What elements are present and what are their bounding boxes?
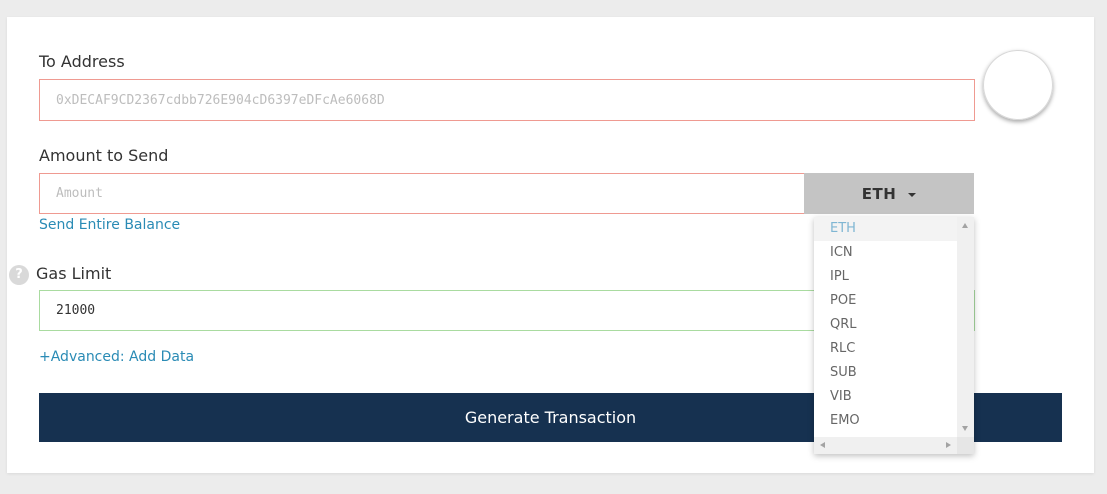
currency-option-rlc[interactable]: RLC bbox=[814, 337, 957, 361]
currency-option-icn[interactable]: ICN bbox=[814, 241, 957, 265]
amount-label: Amount to Send bbox=[39, 146, 169, 165]
gas-limit-label: Gas Limit bbox=[36, 264, 112, 283]
currency-option-qrl[interactable]: QRL bbox=[814, 313, 957, 337]
address-identicon bbox=[983, 50, 1053, 120]
scroll-right-arrow-icon[interactable] bbox=[946, 442, 951, 448]
currency-option-poe[interactable]: POE bbox=[814, 289, 957, 313]
caret-down-icon bbox=[908, 192, 917, 197]
currency-select-button[interactable]: ETH bbox=[804, 173, 974, 214]
currency-select-label: ETH bbox=[861, 184, 897, 203]
advanced-add-data-link[interactable]: +Advanced: Add Data bbox=[39, 349, 194, 365]
currency-option-vib[interactable]: VIB bbox=[814, 385, 957, 409]
currency-option-emo[interactable]: EMO bbox=[814, 409, 957, 433]
dropdown-vertical-scrollbar[interactable] bbox=[957, 217, 974, 437]
to-address-label: To Address bbox=[39, 52, 125, 71]
dropdown-horizontal-scrollbar[interactable] bbox=[814, 437, 957, 454]
currency-dropdown-list[interactable]: ETH ICN IPL POE QRL RLC SUB VIB EMO bbox=[814, 217, 974, 454]
generate-transaction-label: Generate Transaction bbox=[464, 408, 637, 427]
amount-input[interactable] bbox=[39, 173, 805, 214]
currency-option-eth[interactable]: ETH bbox=[814, 217, 957, 241]
to-address-input[interactable] bbox=[39, 79, 975, 121]
currency-options: ETH ICN IPL POE QRL RLC SUB VIB EMO bbox=[814, 217, 957, 437]
scroll-left-arrow-icon[interactable] bbox=[820, 442, 825, 448]
scroll-thumb[interactable] bbox=[961, 234, 970, 420]
scrollbar-corner bbox=[957, 437, 974, 454]
scroll-up-arrow-icon[interactable] bbox=[962, 223, 968, 228]
currency-option-sub[interactable]: SUB bbox=[814, 361, 957, 385]
help-icon[interactable]: ? bbox=[9, 265, 29, 285]
currency-option-ipl[interactable]: IPL bbox=[814, 265, 957, 289]
scroll-down-arrow-icon[interactable] bbox=[962, 426, 968, 431]
send-entire-balance-link[interactable]: Send Entire Balance bbox=[39, 217, 180, 233]
